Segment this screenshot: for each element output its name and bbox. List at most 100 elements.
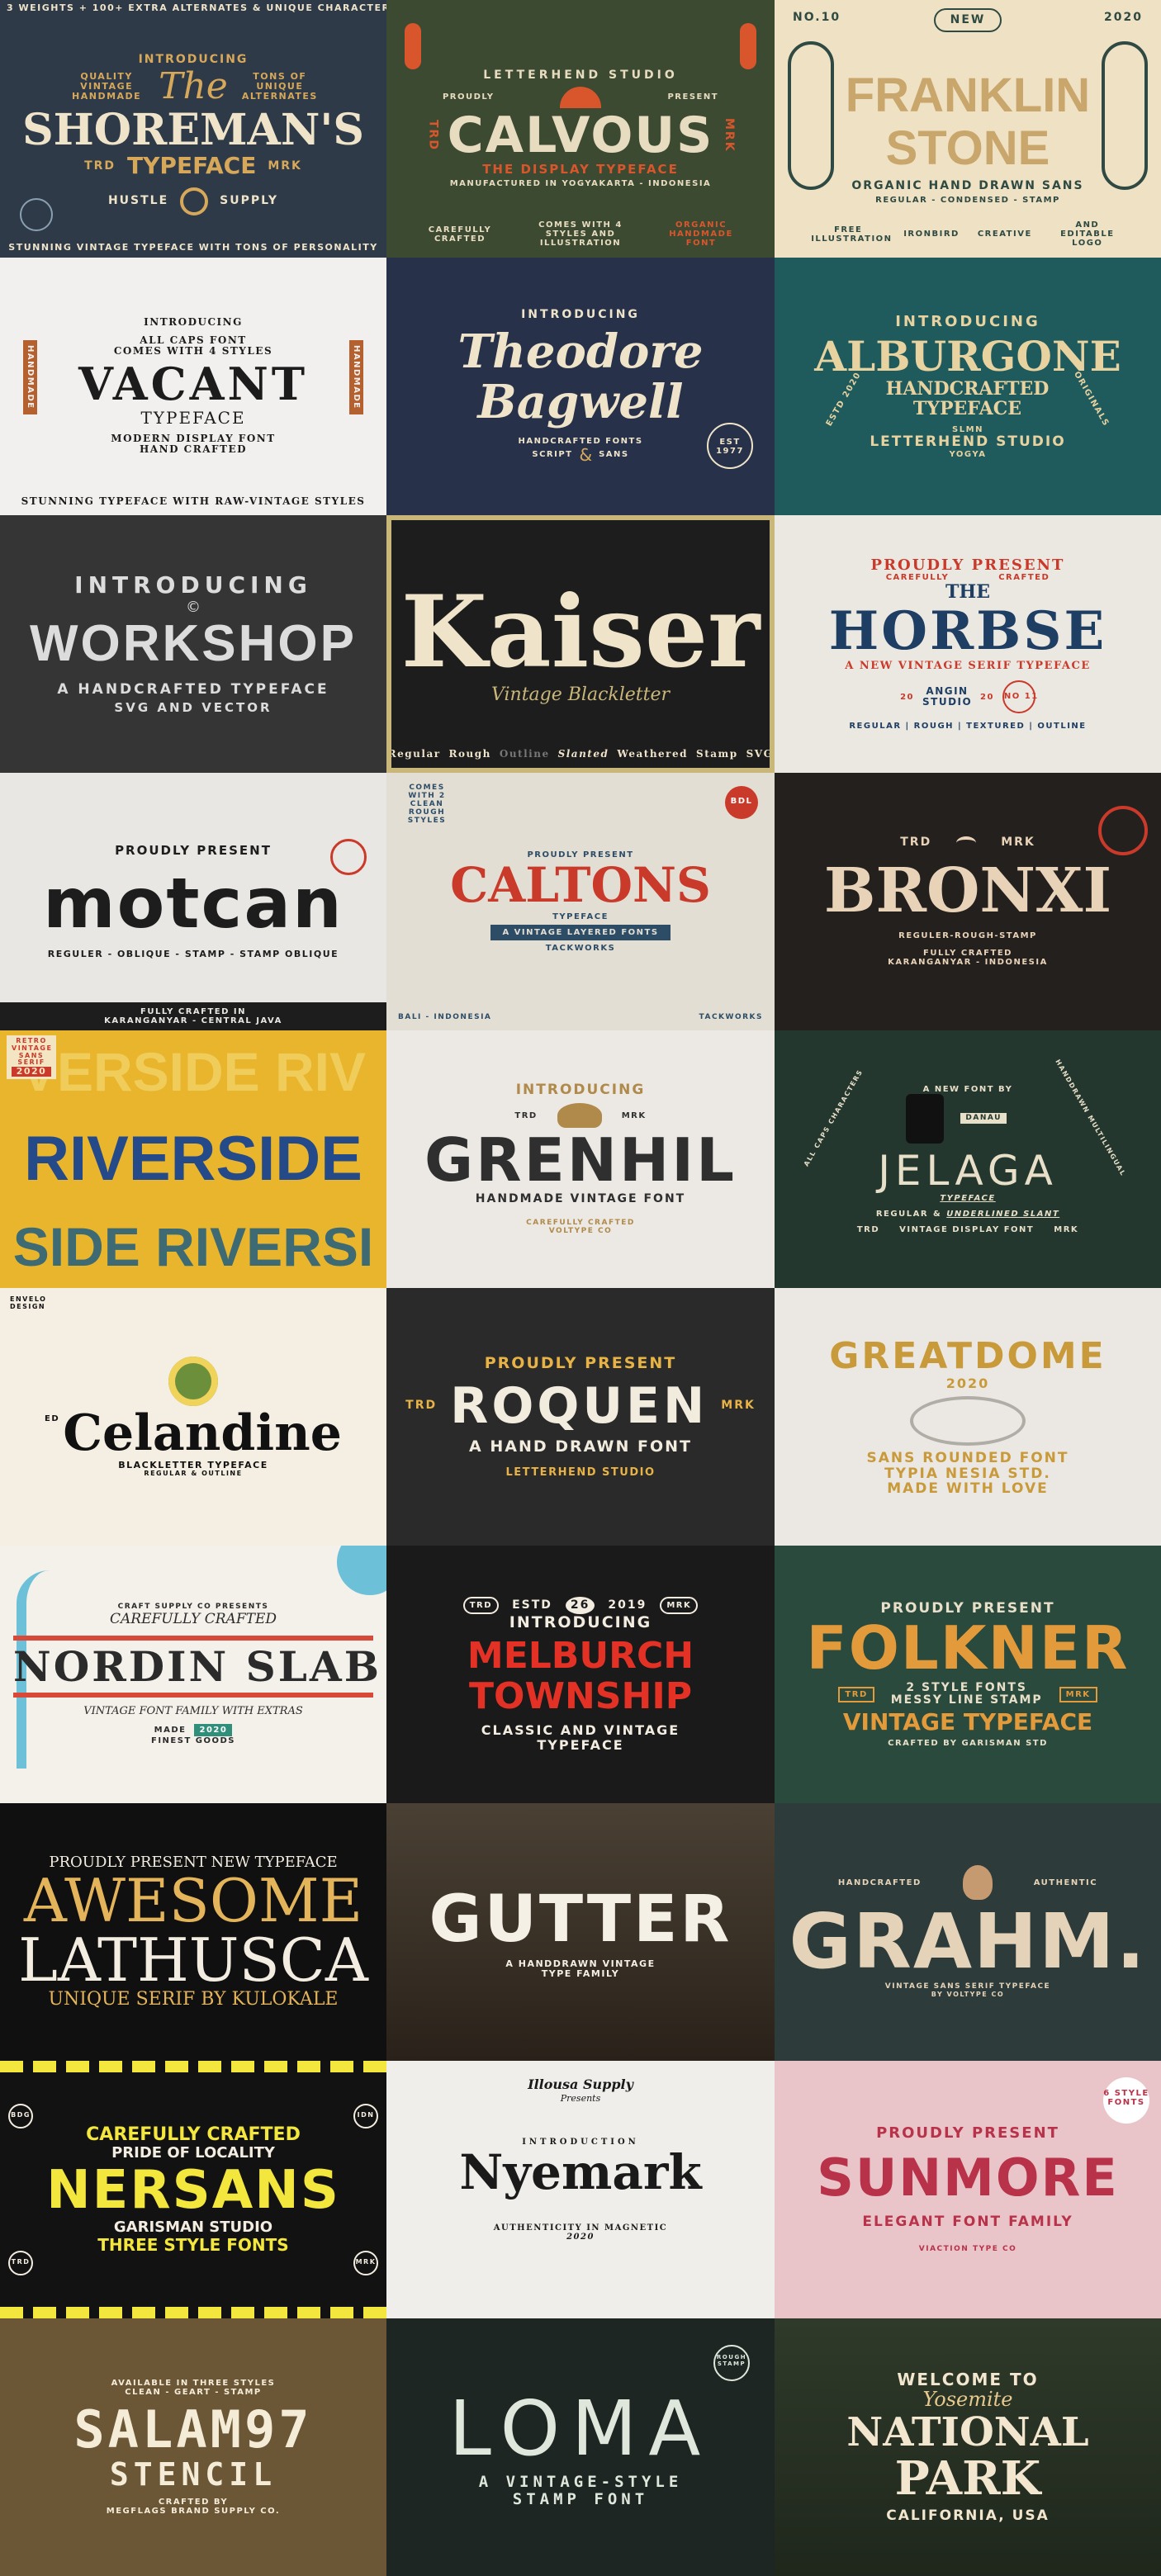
styles: CLEAN - GEART - STAMP bbox=[125, 2388, 262, 2397]
mrk-label: MRK bbox=[621, 1110, 647, 1120]
tile-horbse[interactable]: PROUDLY PRESENT CAREFULLY CRAFTED THE HO… bbox=[775, 515, 1161, 773]
footer-left: BALI - INDONESIA bbox=[398, 1013, 492, 1022]
title-main: HORBSE bbox=[828, 599, 1107, 662]
carefully-text: CAREFULLY CRAFTED bbox=[110, 1610, 277, 1627]
tile-grahm[interactable]: HANDCRAFTED AUTHENTIC GRAHM. VINTAGE SAN… bbox=[775, 1803, 1161, 2061]
available-text: AVAILABLE IN THREE STYLES bbox=[111, 2379, 276, 2388]
snake-right-icon bbox=[1102, 41, 1148, 190]
tile-alburgone[interactable]: INTRODUCING ALBURGONE ESTD 2020 HANDCRAF… bbox=[775, 258, 1161, 515]
title-main: RIVERSIDE bbox=[24, 1124, 363, 1195]
side-label-left: HANDMADE bbox=[23, 340, 37, 414]
tile-roquen[interactable]: PROUDLY PRESENT TRD ROQUEN MRK A HAND DR… bbox=[386, 1288, 775, 1546]
mrk-label: MRK bbox=[722, 118, 736, 153]
subtitle: TYPEFACE bbox=[940, 1193, 996, 1203]
footer-brand2: CREATIVE bbox=[977, 230, 1032, 239]
left-label: HANDCRAFTED bbox=[837, 1878, 922, 1887]
right-label: AUTHENTIC bbox=[1033, 1878, 1098, 1887]
title-main: FOLKNER bbox=[806, 1613, 1130, 1683]
corner-label: ENVELO DESIGN bbox=[10, 1295, 47, 1310]
tile-lathusca[interactable]: PROUDLY PRESENT NEW TYPEFACE AWESOME LAT… bbox=[0, 1803, 386, 2061]
title-main: GUTTER bbox=[429, 1882, 732, 1957]
intro-text: INTRODUCING bbox=[509, 1613, 652, 1632]
footer-3: ORGANIC HANDMADE FONT bbox=[669, 220, 733, 248]
proud-text: PROUDLY PRESENT bbox=[115, 842, 272, 858]
tile-nyemark[interactable]: Illousa Supply Presents INTRODUCTION Nye… bbox=[386, 2061, 775, 2318]
subtitle: A HANDCRAFTED TYPEFACE bbox=[57, 681, 329, 698]
supply-text: SUPPLY bbox=[220, 194, 279, 208]
intro-text: INTRODUCING bbox=[895, 313, 1040, 331]
title-main: GRENHIL bbox=[424, 1125, 737, 1196]
presents-label: Presents bbox=[560, 2093, 601, 2104]
subtitle: UNIQUE SERIF BY KULOKALE bbox=[48, 1988, 339, 2010]
three-styles: THREE STYLE FONTS bbox=[97, 2235, 289, 2256]
style-item: Regular bbox=[387, 747, 441, 760]
title-line1: AWESOME bbox=[23, 1865, 363, 1935]
sans-label: SANS bbox=[599, 450, 629, 460]
title-main: CALTONS bbox=[450, 857, 711, 914]
title-main: Kaiser bbox=[400, 573, 761, 690]
intro-text: INTRODUCING bbox=[521, 308, 640, 322]
tile-kaiser[interactable]: Kaiser Vintage Blackletter Regular Rough… bbox=[386, 515, 775, 773]
subtitle: A HAND DRAWN FONT bbox=[469, 1437, 692, 1456]
estd-label: ESTD 2020 bbox=[824, 370, 863, 428]
title-main: Celandine bbox=[63, 1404, 342, 1462]
tile-loma[interactable]: LOMA A VINTAGE-STYLE STAMP FONT ROUGH ST… bbox=[386, 2318, 775, 2576]
tile-grenhil[interactable]: INTRODUCING TRD MRK GRENHIL HANDMADE VIN… bbox=[386, 1030, 775, 1288]
footer-free: FREE ILLUSTRATION bbox=[811, 225, 893, 244]
tile-nersans[interactable]: CAREFULLY CRAFTED PRIDE OF LOCALITY NERS… bbox=[0, 2061, 386, 2318]
tile-theodore[interactable]: INTRODUCING Theodore Bagwell HANDCRAFTED… bbox=[386, 258, 775, 515]
title-main: WORKSHOP bbox=[30, 615, 357, 673]
cactus-left-icon bbox=[405, 23, 421, 69]
title-main: NERSANS bbox=[46, 2159, 340, 2221]
tile-motcan[interactable]: PROUDLY PRESENT motcan REGULER - OBLIQUE… bbox=[0, 773, 386, 1030]
tile-shoremans[interactable]: 3 WEIGHTS + 100+ EXTRA ALTERNATES & UNIQ… bbox=[0, 0, 386, 258]
title-line1: NATIONAL bbox=[846, 2408, 1089, 2455]
styles: REGULER - OBLIQUE - STAMP - STAMP OBLIQU… bbox=[47, 949, 339, 960]
tile-jelaga[interactable]: A NEW FONT BY ALL CAPS CHARACTERS DANAU … bbox=[775, 1030, 1161, 1288]
tile-nationalpark[interactable]: WELCOME TO Yosemite NATIONAL PARK CALIFO… bbox=[775, 2318, 1161, 2576]
pride-text: PRIDE OF LOCALITY bbox=[111, 2144, 275, 2162]
mrk-label: MRK bbox=[1059, 1686, 1097, 1702]
trd-label: TRD bbox=[838, 1686, 874, 1702]
footer-1: FULLY CRAFTED IN bbox=[140, 1007, 246, 1016]
tile-caltons[interactable]: COMES WITH 2 CLEAN ROUGH STYLES BDL PROU… bbox=[386, 773, 775, 1030]
tile-riverside[interactable]: VERSIDE RIV RIVERSIDE SIDE RIVERSI RETRO… bbox=[0, 1030, 386, 1288]
tile-celandine[interactable]: ENVELO DESIGN ED Celandine BLACKLETTER T… bbox=[0, 1288, 386, 1546]
subtitle: TYPEFACE bbox=[127, 152, 257, 180]
bottom-tagline: STUNNING VINTAGE TYPEFACE WITH TONS OF P… bbox=[8, 241, 378, 253]
tile-greatdome[interactable]: GREATDOME 2020 SANS ROUNDED FONT TYPIA N… bbox=[775, 1288, 1161, 1546]
tile-franklin[interactable]: NO.10 NEW 2020 FRANKLIN STONE ORGANIC HA… bbox=[775, 0, 1161, 258]
tile-vacant[interactable]: INTRODUCING ALL CAPS FONT COMES WITH 4 S… bbox=[0, 258, 386, 515]
tile-nordin[interactable]: CRAFT SUPPLY CO PRESENTS CAREFULLY CRAFT… bbox=[0, 1546, 386, 1803]
font-gallery-grid: 3 WEIGHTS + 100+ EXTRA ALTERNATES & UNIQ… bbox=[0, 0, 1161, 2576]
tile-calvous[interactable]: LETTERHEND STUDIO PROUDLY PRESENT TRD CA… bbox=[386, 0, 775, 258]
tile-salam97[interactable]: AVAILABLE IN THREE STYLES CLEAN - GEART … bbox=[0, 2318, 386, 2576]
title-main: VACANT bbox=[78, 357, 309, 410]
year-left: 20 bbox=[900, 692, 914, 702]
title-line1: MELBURCH bbox=[467, 1635, 694, 1678]
tile-gutter[interactable]: GUTTER A HANDDRAWN VINTAGE TYPE FAMILY bbox=[386, 1803, 775, 2061]
row-top: VERSIDE RIV bbox=[20, 1040, 367, 1102]
subtitle-2: A VINTAGE LAYERED FONTS bbox=[490, 924, 671, 940]
top-banner: 3 WEIGHTS + 100+ EXTRA ALTERNATES & UNIQ… bbox=[7, 2, 386, 13]
carefully-text: CAREFULLY CRAFTED bbox=[86, 2124, 301, 2145]
title-main: SHOREMAN'S bbox=[22, 104, 364, 155]
tile-workshop[interactable]: INTRODUCING © WORKSHOP A HANDCRAFTED TYP… bbox=[0, 515, 386, 773]
line-1: SANS ROUNDED FONT bbox=[866, 1449, 1069, 1466]
row-bottom: SIDE RIVERSI bbox=[12, 1215, 374, 1277]
studio-badge: ANGIN STUDIO bbox=[922, 685, 973, 708]
subtitle-2: TYPEFACE bbox=[537, 1736, 624, 1753]
proud-text: PROUDLY PRESENT bbox=[870, 556, 1065, 574]
footer-1: FULLY CRAFTED bbox=[923, 949, 1012, 959]
footer-1: CAREFULLY CRAFTED bbox=[428, 225, 492, 244]
subtitle: BLACKLETTER TYPEFACE bbox=[118, 1459, 268, 1470]
footer-2: KARANGANYAR - INDONESIA bbox=[888, 958, 1048, 968]
winged-wheel-icon bbox=[910, 1395, 1026, 1446]
tile-melburch[interactable]: TRD ESTD 26 2019 MRK INTRODUCING MELBURC… bbox=[386, 1546, 775, 1803]
tile-folkner[interactable]: PROUDLY PRESENT FOLKNER TRD 2 STYLE FONT… bbox=[775, 1546, 1161, 1803]
trd-label: TRD bbox=[405, 1399, 438, 1413]
tile-sunmore[interactable]: PROUDLY PRESENT SUNMORE ELEGANT FONT FAM… bbox=[775, 2061, 1161, 2318]
title-line1: Theodore bbox=[457, 324, 704, 379]
badge-circle-icon bbox=[20, 198, 53, 231]
tile-bronxi[interactable]: TRD MRK BRONXI REGULER-ROUGH-STAMP FULLY… bbox=[775, 773, 1161, 1030]
